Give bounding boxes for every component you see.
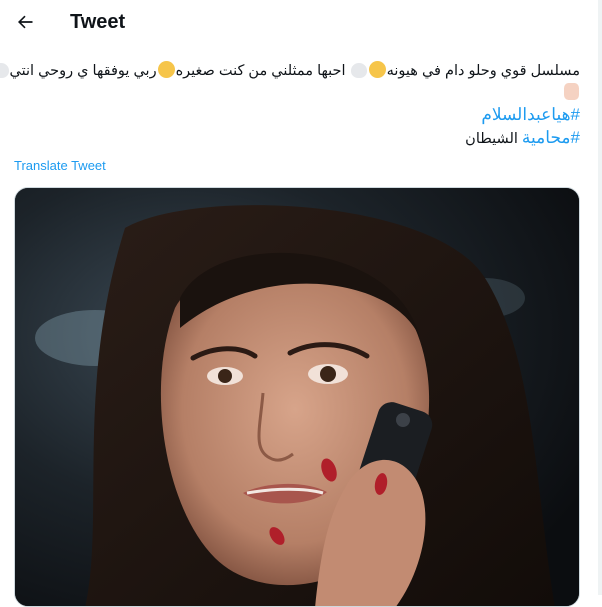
folded-hands-emoji-icon [564, 83, 579, 100]
back-button[interactable] [8, 5, 42, 39]
tweet-text-segment: الشيطان [465, 131, 522, 147]
white-heart-emoji-icon [0, 63, 9, 78]
pleading-face-emoji-icon [368, 61, 386, 78]
tweet-text-segment: ربي يوفقها ي روحي انتي [9, 63, 157, 79]
white-heart-emoji-icon [350, 63, 367, 78]
tweet-media-image[interactable] [14, 187, 580, 607]
tweet-text-segment: مسلسل قوي وحلو دام في هيونه [386, 63, 580, 79]
hashtag-link[interactable]: #هياعبدالسلام [481, 105, 580, 124]
tweet-line-2 [14, 82, 580, 104]
top-bar: Tweet [0, 0, 602, 46]
tweet-line-4: #محامية الشيطان [14, 127, 580, 150]
hashtag-link[interactable]: #محامية [522, 128, 580, 147]
scrollbar-track[interactable] [598, 0, 602, 595]
photo-illustration [15, 188, 579, 606]
back-arrow-icon [18, 15, 33, 29]
translate-tweet-link[interactable]: Translate Tweet [14, 158, 106, 173]
tweet-line-3: #هياعبدالسلام [14, 104, 580, 127]
page-title: Tweet [70, 11, 126, 33]
tweet-text: مسلسل قوي وحلو دام في هيونه احبها ممثلني… [0, 60, 580, 150]
pleading-face-emoji-icon [157, 61, 175, 78]
tweet-line-1: مسلسل قوي وحلو دام في هيونه احبها ممثلني… [0, 60, 580, 82]
tweet-text-segment: احبها ممثلني من كنت صغيره [175, 63, 346, 79]
